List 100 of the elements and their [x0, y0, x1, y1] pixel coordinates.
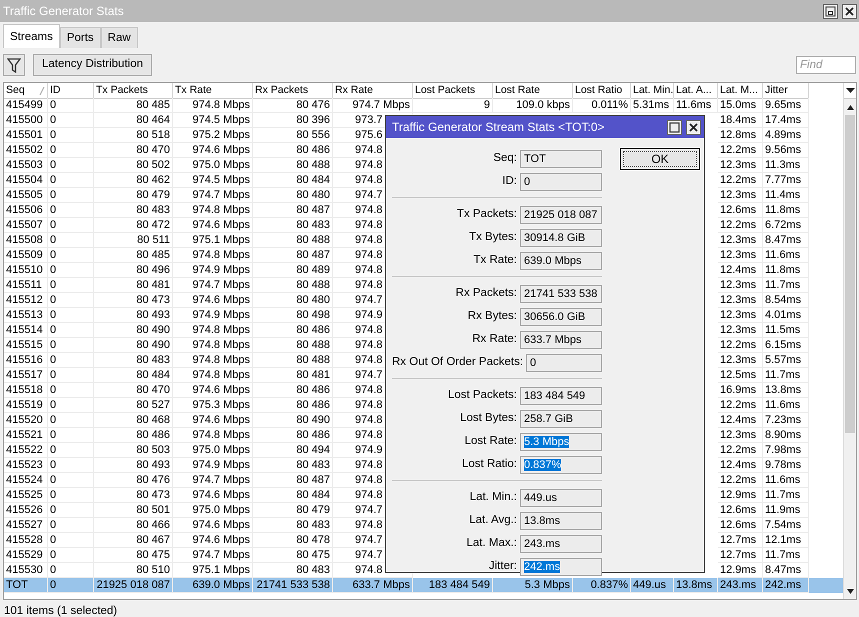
- table-cell: 415514: [4, 323, 48, 338]
- value-field[interactable]: 0.837%: [520, 456, 602, 474]
- down-arrow-icon: [846, 588, 854, 594]
- table-cell: 0: [48, 473, 94, 488]
- table-cell: 9.65ms: [763, 98, 809, 113]
- value-field[interactable]: 242.ms: [520, 558, 602, 576]
- ok-button[interactable]: OK: [620, 148, 700, 170]
- table-cell: 80 464: [94, 113, 173, 128]
- table-cell: 415526: [4, 503, 48, 518]
- table-cell: 11.8ms: [763, 263, 809, 278]
- table-cell: 80 484: [253, 173, 333, 188]
- table-cell: 12.7ms: [718, 548, 763, 563]
- table-cell: 80 480: [253, 293, 333, 308]
- close-button[interactable]: [842, 4, 857, 18]
- table-cell: 974.7 Mbps: [333, 98, 413, 113]
- table-cell: 9.78ms: [763, 458, 809, 473]
- table-cell: 415520: [4, 413, 48, 428]
- table-cell: 80 479: [94, 188, 173, 203]
- maximize-icon: [669, 122, 680, 132]
- table-cell: 12.3ms: [718, 323, 763, 338]
- field-label: Rx Rate:: [472, 332, 517, 347]
- value-field[interactable]: 449.us: [520, 488, 602, 506]
- maximize-button[interactable]: [667, 120, 682, 134]
- value-field[interactable]: 5.3 Mbps: [520, 432, 602, 450]
- table-cell: 974.7 Mbps: [173, 548, 253, 563]
- field-label: Lost Packets:: [448, 388, 517, 403]
- table-cell: 7.23ms: [763, 413, 809, 428]
- table-cell: 12.2ms: [718, 473, 763, 488]
- table-cell: 6.15ms: [763, 338, 809, 353]
- value-field[interactable]: 30914.8 GiB: [520, 228, 602, 246]
- tab[interactable]: Ports: [60, 27, 101, 48]
- close-button[interactable]: [686, 120, 701, 134]
- table-cell: 109.0 kbps: [493, 98, 573, 113]
- value-field[interactable]: 633.7 Mbps: [520, 330, 602, 348]
- column-header[interactable]: Lost Rate: [493, 83, 573, 99]
- table-cell: 974.6 Mbps: [173, 533, 253, 548]
- table-cell: 0: [48, 503, 94, 518]
- table-cell: 80 487: [253, 473, 333, 488]
- value-field[interactable]: TOT: [520, 150, 602, 168]
- value-field[interactable]: 13.8ms: [520, 512, 602, 530]
- table-cell: 11.8ms: [763, 203, 809, 218]
- table-cell: 0: [48, 218, 94, 233]
- table-cell: 80 472: [94, 218, 173, 233]
- column-header[interactable]: ID: [48, 83, 94, 99]
- value-field[interactable]: 639.0 Mbps: [520, 252, 602, 270]
- table-cell: 12.9ms: [718, 488, 763, 503]
- table-cell: 0: [48, 323, 94, 338]
- field-label: Lat. Avg.:: [469, 512, 517, 528]
- value-field[interactable]: 0: [526, 354, 602, 372]
- table-cell: 415504: [4, 173, 48, 188]
- table-cell: 0: [48, 233, 94, 248]
- column-header[interactable]: Tx Packets: [94, 83, 173, 99]
- value-field[interactable]: 0: [520, 172, 602, 190]
- field-label: Lost Bytes:: [460, 410, 517, 426]
- table-cell: 80 484: [253, 488, 333, 503]
- table-cell: 974.6 Mbps: [173, 383, 253, 398]
- value-field[interactable]: 21925 018 087: [520, 206, 602, 224]
- column-header[interactable]: Jitter: [763, 83, 809, 99]
- field-label: Rx Packets:: [456, 286, 517, 301]
- column-header[interactable]: Lat. A...: [674, 83, 718, 99]
- table-cell: 80 486: [253, 143, 333, 158]
- restore-icon: [825, 6, 836, 16]
- table-cell: 12.3ms: [718, 308, 763, 323]
- value-field[interactable]: 30656.0 GiB: [520, 308, 602, 326]
- table-cell: 12.4ms: [718, 413, 763, 428]
- value-field[interactable]: 21741 533 538: [520, 284, 602, 302]
- column-header[interactable]: Lost Ratio: [573, 83, 631, 99]
- column-header[interactable]: Lost Packets: [413, 83, 493, 99]
- value-field[interactable]: 243.ms: [520, 534, 602, 552]
- table-cell: 80 486: [253, 398, 333, 413]
- tab[interactable]: Streams: [3, 24, 60, 48]
- find-field[interactable]: Find: [796, 56, 856, 74]
- table-cell: 974.8 Mbps: [173, 98, 253, 113]
- table-cell: 415509: [4, 248, 48, 263]
- column-header[interactable]: Tx Rate: [173, 83, 253, 99]
- table-cell: 12.6ms: [718, 503, 763, 518]
- table-cell: 974.6 Mbps: [173, 413, 253, 428]
- column-header[interactable]: Rx Rate: [333, 83, 413, 99]
- table-cell: 415513: [4, 308, 48, 323]
- column-header[interactable]: Lat. Min.: [631, 83, 674, 99]
- latency-distribution-button[interactable]: Latency Distribution: [33, 54, 152, 76]
- restore-button[interactable]: [823, 4, 838, 18]
- table-cell: 415512: [4, 293, 48, 308]
- table-cell: 12.7ms: [718, 533, 763, 548]
- tab[interactable]: Raw: [100, 27, 138, 48]
- table-cell: 80 483: [253, 218, 333, 233]
- filter-button[interactable]: [3, 54, 25, 76]
- column-header[interactable]: Seq: [4, 83, 48, 99]
- column-header[interactable]: Rx Packets: [253, 83, 333, 99]
- table-cell: 80 485: [94, 98, 173, 113]
- column-header[interactable]: Lat. M...: [718, 83, 763, 99]
- value-field[interactable]: 183 484 549: [520, 386, 602, 404]
- table-cell: 183 484 549: [413, 578, 493, 593]
- value-field[interactable]: 258.7 GiB: [520, 410, 602, 428]
- column-menu-button[interactable]: [844, 83, 856, 99]
- table-cell: 0: [48, 188, 94, 203]
- scrollbar-thumb[interactable]: [845, 115, 855, 433]
- table-cell: 80 481: [94, 278, 173, 293]
- table-cell: 449.us: [631, 578, 674, 593]
- table-cell: 11.7ms: [763, 488, 809, 503]
